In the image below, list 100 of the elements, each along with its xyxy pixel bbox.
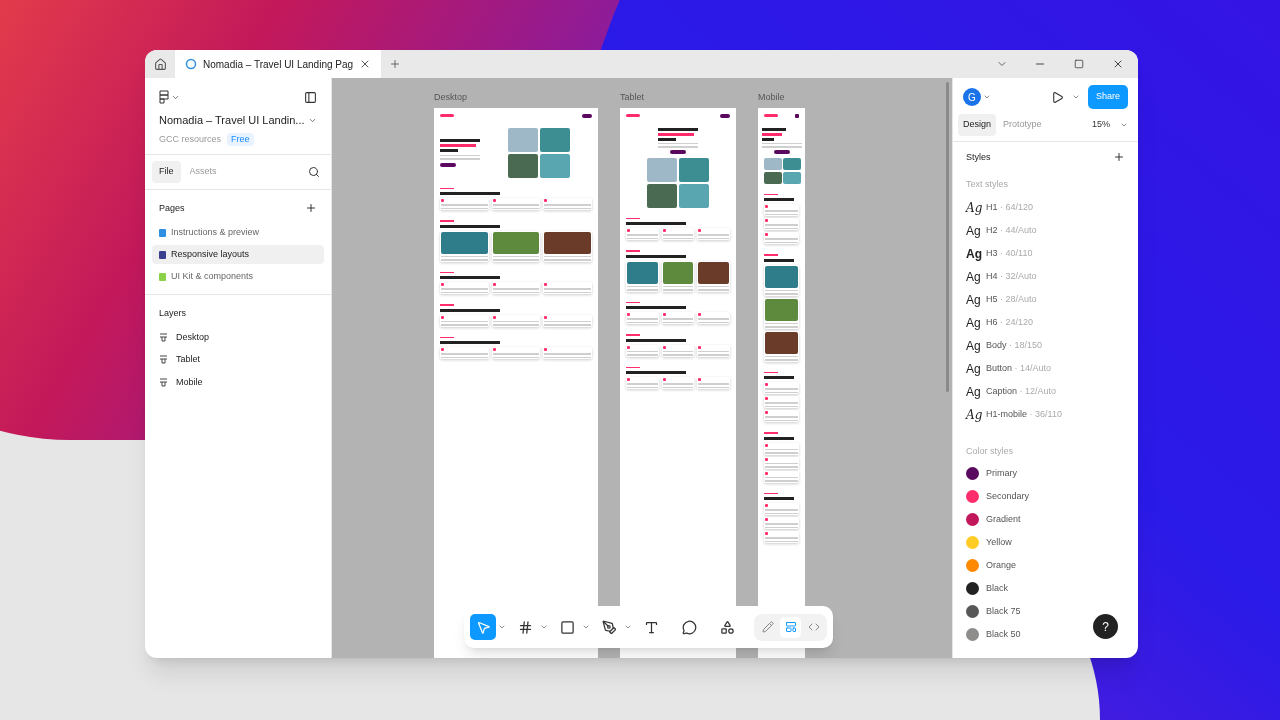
text-line xyxy=(765,359,798,361)
eyebrow-line xyxy=(764,193,778,195)
shape-tool-icon xyxy=(559,619,575,635)
color-style-item[interactable]: Secondary xyxy=(966,490,1125,503)
text-line xyxy=(544,324,591,326)
text-line xyxy=(765,476,798,478)
panel-tab[interactable]: Design xyxy=(958,114,996,136)
section-title: Layers xyxy=(158,307,187,320)
team-name: GCC resources xyxy=(159,132,221,146)
text-line xyxy=(492,320,540,322)
move-tool-button[interactable] xyxy=(470,614,496,640)
text-style-item[interactable]: Ag H3 · 40/110 xyxy=(966,246,1125,262)
design-mode-button[interactable] xyxy=(780,616,801,638)
card-icon xyxy=(662,229,666,232)
text-line xyxy=(658,146,698,148)
text-style-item[interactable]: Ag H1-mobile · 36/110 xyxy=(966,407,1125,423)
text-style-name: H3 · 40/110 xyxy=(986,247,1033,261)
card-icon xyxy=(492,315,496,319)
text-line xyxy=(492,259,540,261)
text-style-name: Button · 14/Auto xyxy=(986,362,1052,376)
frame-label[interactable]: Desktop xyxy=(434,91,598,105)
text-style-name: H2 · 44/Auto xyxy=(986,224,1037,238)
section-heading-line xyxy=(626,338,686,342)
page-item[interactable]: Responsive layouts xyxy=(152,245,324,264)
text-style-name: Caption · 12/Auto xyxy=(986,385,1057,399)
color-style-item[interactable]: Yellow xyxy=(966,536,1125,549)
text-line xyxy=(441,320,488,322)
eyebrow-line xyxy=(440,187,454,189)
page-item[interactable]: UI Kit & components xyxy=(152,267,324,286)
text-line xyxy=(440,158,480,160)
panel-tab[interactable]: File xyxy=(152,161,181,183)
text-style-glyph: Ag xyxy=(966,315,980,332)
color-style-item[interactable]: Orange xyxy=(966,559,1125,572)
frame-label[interactable]: Tablet xyxy=(620,91,736,105)
text-style-item[interactable]: Ag H4 · 32/Auto xyxy=(966,269,1125,285)
text-style-name: H4 · 32/Auto xyxy=(986,270,1037,284)
card-icon xyxy=(441,348,444,351)
text-line xyxy=(765,322,798,324)
text-line xyxy=(544,320,591,322)
card-icon xyxy=(765,205,768,208)
photo-placeholder xyxy=(662,261,694,284)
eyebrow-line xyxy=(626,250,640,252)
file-title[interactable]: Nomadia – Travel UI Landin... xyxy=(159,112,305,129)
text-line xyxy=(765,326,798,328)
user-avatar[interactable]: G xyxy=(963,88,981,106)
text-style-glyph: Ag xyxy=(966,269,980,286)
color-style-item[interactable]: Black xyxy=(966,582,1125,595)
text-style-name: Body · 18/150 xyxy=(986,339,1043,353)
panel-toggle-icon xyxy=(304,90,317,104)
text-style-item[interactable]: Ag H6 · 24/120 xyxy=(966,315,1125,331)
frame-tool-icon xyxy=(517,619,533,635)
card-icon xyxy=(698,229,702,232)
photo-placeholder xyxy=(698,261,729,284)
text-style-item[interactable]: Ag H2 · 44/Auto xyxy=(966,223,1125,239)
color-style-item[interactable]: Gradient xyxy=(966,513,1125,526)
photo-placeholder xyxy=(508,153,538,178)
photo-placeholder xyxy=(765,331,798,354)
layer-item[interactable]: Tablet xyxy=(159,353,317,367)
hero-heading-drawing xyxy=(658,127,698,141)
maximize-icon xyxy=(1074,59,1084,69)
plan-badge: Free xyxy=(227,132,254,146)
text-style-item[interactable]: Ag Caption · 12/Auto xyxy=(966,384,1125,400)
photo-placeholder xyxy=(647,183,677,208)
eyebrow-line xyxy=(440,336,454,338)
text-style-glyph: Ag xyxy=(966,223,980,240)
help-button[interactable]: ? xyxy=(1093,614,1118,639)
logo-mark xyxy=(764,114,778,117)
file-tab[interactable]: Nomadia – Travel UI Landing Pag xyxy=(175,50,382,78)
text-line xyxy=(698,354,729,356)
photo-placeholder xyxy=(492,231,540,254)
card-icon xyxy=(544,315,548,319)
add-icon xyxy=(305,202,317,215)
layer-item[interactable]: Desktop xyxy=(159,330,317,344)
text-style-name: H1-mobile · 36/110 xyxy=(986,408,1062,422)
text-line xyxy=(761,142,802,144)
photo-placeholder xyxy=(508,127,538,152)
text-style-item[interactable]: Ag Body · 18/150 xyxy=(966,338,1125,354)
text-style-item[interactable]: Ag H5 · 28/Auto xyxy=(966,292,1125,308)
card-icon xyxy=(492,348,496,351)
photo-placeholder xyxy=(764,171,782,184)
hero-heading-drawing xyxy=(440,138,480,152)
scrollbar[interactable] xyxy=(946,82,949,392)
text-line xyxy=(765,355,798,357)
frame-label[interactable]: Mobile xyxy=(758,91,805,105)
section-heading-line xyxy=(440,192,500,195)
card-icon xyxy=(765,219,768,222)
eyebrow-line xyxy=(626,366,640,368)
caret-icon xyxy=(498,623,506,631)
caret-icon xyxy=(983,93,991,101)
text-tool-icon xyxy=(643,619,659,635)
text-style-glyph: Ag xyxy=(966,384,980,401)
page-item[interactable]: Instructions & preview xyxy=(152,223,324,242)
text-style-item[interactable]: Ag H1 · 64/120 xyxy=(966,200,1125,216)
zoom-level[interactable]: 15% xyxy=(1092,118,1110,132)
text-style-item[interactable]: Ag Button · 14/Auto xyxy=(966,361,1125,377)
text-line xyxy=(662,350,694,352)
layer-item[interactable]: Mobile xyxy=(159,375,317,389)
color-style-item[interactable]: Primary xyxy=(966,467,1125,480)
card-icon xyxy=(627,378,630,381)
card-icon xyxy=(544,199,548,202)
